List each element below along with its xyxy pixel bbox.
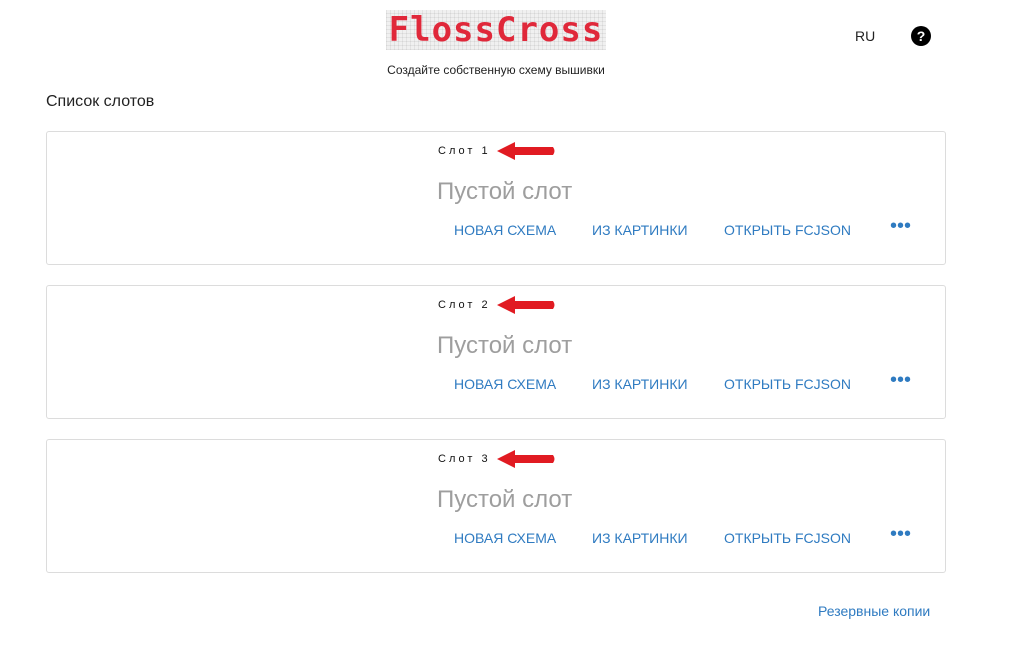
from-image-button[interactable]: ИЗ КАРТИНКИ — [592, 222, 688, 238]
more-icon[interactable]: ••• — [890, 370, 911, 390]
from-image-button[interactable]: ИЗ КАРТИНКИ — [592, 376, 688, 392]
new-scheme-button[interactable]: НОВАЯ СХЕМА — [454, 376, 556, 392]
tagline: Создайте собственную схему вышивки — [387, 63, 605, 77]
slot-card-1: Слот 1 Пустой слот НОВАЯ СХЕМА ИЗ КАРТИН… — [46, 131, 946, 265]
more-icon[interactable]: ••• — [890, 524, 911, 544]
open-fcjson-button[interactable]: ОТКРЫТЬ FCJSON — [724, 376, 851, 392]
logo-text: FlossCross — [388, 10, 604, 50]
red-arrow-icon — [497, 450, 555, 468]
slot-card-2: Слот 2 Пустой слот НОВАЯ СХЕМА ИЗ КАРТИН… — [46, 285, 946, 419]
slot-status: Пустой слот — [437, 486, 573, 513]
logo: FlossCross — [386, 10, 606, 50]
slot-name: Слот 1 — [438, 145, 491, 157]
open-fcjson-button[interactable]: ОТКРЫТЬ FCJSON — [724, 222, 851, 238]
backups-link[interactable]: Резервные копии — [818, 603, 930, 619]
help-icon[interactable]: ? — [911, 26, 931, 46]
new-scheme-button[interactable]: НОВАЯ СХЕМА — [454, 530, 556, 546]
section-title: Список слотов — [46, 93, 155, 110]
slot-status: Пустой слот — [437, 178, 573, 205]
slot-name: Слот 2 — [438, 299, 491, 311]
new-scheme-button[interactable]: НОВАЯ СХЕМА — [454, 222, 556, 238]
slot-card-3: Слот 3 Пустой слот НОВАЯ СХЕМА ИЗ КАРТИН… — [46, 439, 946, 573]
red-arrow-icon — [497, 142, 555, 160]
from-image-button[interactable]: ИЗ КАРТИНКИ — [592, 530, 688, 546]
red-arrow-icon — [497, 296, 555, 314]
more-icon[interactable]: ••• — [890, 216, 911, 236]
language-selector[interactable]: RU — [855, 28, 875, 44]
open-fcjson-button[interactable]: ОТКРЫТЬ FCJSON — [724, 530, 851, 546]
slot-name: Слот 3 — [438, 453, 491, 465]
slot-status: Пустой слот — [437, 332, 573, 359]
